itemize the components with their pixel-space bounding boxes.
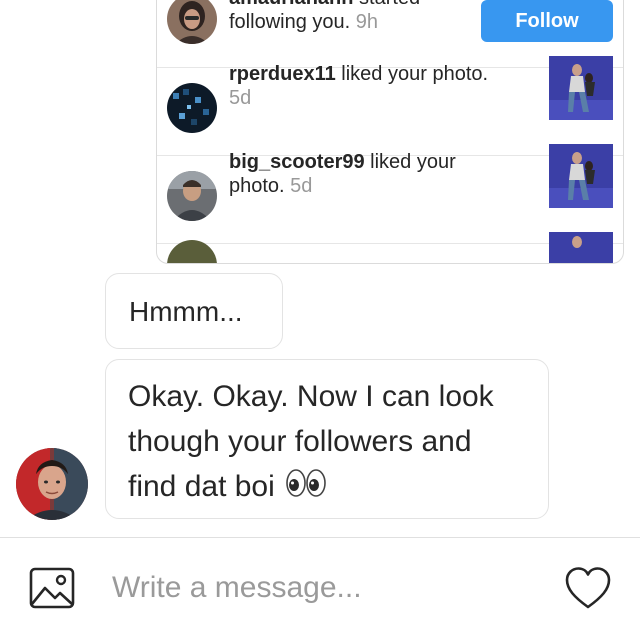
photo-thumbnail[interactable] — [549, 232, 613, 263]
message-text: Hmmm... — [129, 296, 243, 327]
photo-thumbnail[interactable] — [549, 144, 613, 208]
activity-username[interactable]: amaurianahh — [229, 0, 353, 9]
image-icon[interactable] — [28, 564, 76, 612]
message-bubble[interactable]: Hmmm... — [105, 273, 283, 349]
eyes-emoji-icon — [285, 466, 327, 511]
sender-avatar[interactable] — [16, 448, 88, 520]
message-bubble[interactable]: Okay. Okay. Now I can look though your f… — [105, 359, 549, 519]
user-avatar[interactable] — [167, 83, 217, 133]
activity-card: amaurianahh started following you. 9h Fo… — [156, 0, 624, 264]
activity-username[interactable]: rperduex11 — [229, 63, 336, 85]
photo-thumbnail[interactable] — [549, 56, 613, 120]
message-input[interactable] — [112, 566, 532, 610]
composer-divider — [0, 537, 640, 538]
user-avatar[interactable] — [167, 240, 217, 263]
heart-icon[interactable] — [564, 566, 612, 610]
activity-username[interactable]: big_scooter99 — [229, 151, 365, 173]
activity-row: big_scooter99 liked your photo. 5d — [157, 144, 623, 244]
follow-button[interactable]: Follow — [481, 0, 613, 42]
user-avatar[interactable] — [167, 0, 217, 44]
activity-action: liked your photo. — [335, 63, 489, 85]
activity-time: 5d — [290, 175, 313, 197]
activity-row — [157, 232, 623, 263]
activity-row: rperduex11 liked your photo. 5d — [157, 56, 623, 156]
user-avatar[interactable] — [167, 171, 217, 221]
activity-time: 9h — [355, 11, 378, 33]
activity-text: amaurianahh started following you. 9h — [229, 0, 489, 34]
activity-time: 5d — [229, 87, 252, 109]
activity-text: big_scooter99 liked your photo. 5d — [229, 150, 489, 198]
activity-text: rperduex11 liked your photo. 5d — [229, 62, 489, 110]
